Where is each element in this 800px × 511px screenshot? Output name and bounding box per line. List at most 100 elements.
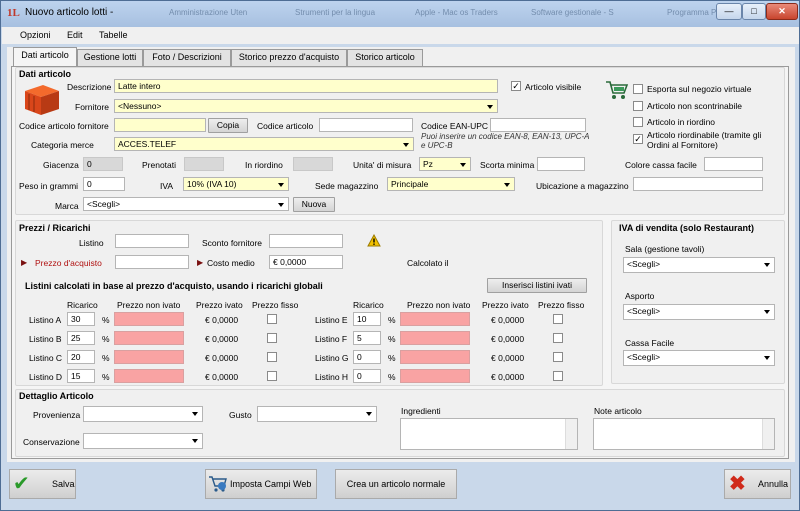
annulla-button[interactable]: ✖ Annulla [724, 469, 791, 499]
in-riordino-checkbox[interactable] [633, 117, 643, 127]
imposta-campi-web-button[interactable]: Imposta Campi Web [205, 469, 317, 499]
nuova-marca-button[interactable]: Nuova [293, 197, 335, 212]
tab-storico-articolo[interactable]: Storico articolo [347, 49, 423, 66]
copia-button[interactable]: Copia [208, 118, 248, 133]
codice-ean-input[interactable] [490, 118, 586, 132]
articolo-visibile-checkbox[interactable]: ✓ [511, 81, 521, 91]
prezzo-fisso-checkbox[interactable] [553, 371, 563, 381]
prezzo-acquisto-input[interactable] [115, 255, 189, 269]
ubicazione-input[interactable] [633, 177, 763, 191]
sconto-input[interactable] [269, 234, 343, 248]
prezzo-fisso-checkbox[interactable] [267, 371, 277, 381]
conservazione-select[interactable] [83, 433, 203, 449]
descrizione-label: Descrizione [67, 82, 112, 92]
salva-button[interactable]: ✔ Salva [9, 469, 76, 499]
expand-arrow-icon[interactable]: ▶ [21, 258, 27, 267]
prezzo-non-ivato-input[interactable] [114, 312, 184, 326]
ricarico-input[interactable]: 0 [353, 350, 381, 364]
tab-foto-descrizioni[interactable]: Foto / Descrizioni [143, 49, 231, 66]
prezzo-fisso-checkbox[interactable] [267, 333, 277, 343]
menu-opzioni[interactable]: Opzioni [20, 30, 51, 40]
non-scontrinabile-checkbox[interactable] [633, 101, 643, 111]
ean-hint: Puoi inserire un codice EAN-8, EAN-13, U… [421, 132, 590, 150]
gusto-select[interactable] [257, 406, 377, 422]
minimize-button[interactable]: — [716, 3, 742, 20]
conservazione-label: Conservazione [23, 437, 80, 447]
listino-name: Listino G [315, 353, 349, 363]
articolo-visibile-label: Articolo visibile [525, 82, 582, 92]
cassa-facile-select[interactable]: <Scegli> [623, 350, 775, 366]
scorta-label: Scorta minima [480, 160, 535, 170]
prezzo-non-ivato-input[interactable] [114, 331, 184, 345]
window-title: Nuovo articolo lotti - [25, 7, 114, 18]
prezzo-non-ivato-input[interactable] [400, 331, 470, 345]
prezzo-fisso-checkbox[interactable] [553, 352, 563, 362]
ricarico-input[interactable]: 15 [67, 369, 95, 383]
listino-name: Listino C [29, 353, 63, 363]
prezzo-acquisto-label: Prezzo d'acquisto [35, 258, 102, 268]
unita-select[interactable]: Pz [419, 157, 471, 171]
section-title: Dati articolo [19, 69, 72, 79]
note-textarea[interactable] [593, 418, 775, 450]
prezzo-non-ivato-input[interactable] [114, 369, 184, 383]
expand-arrow-icon[interactable]: ▶ [197, 258, 203, 267]
marca-select[interactable]: <Scegli> [83, 197, 289, 211]
costo-medio-input[interactable]: € 0,0000 [269, 255, 343, 269]
sala-select[interactable]: <Scegli> [623, 257, 775, 273]
categoria-select[interactable]: ACCES.TELEF [114, 137, 414, 151]
tab-dati-articolo[interactable]: Dati articolo [13, 47, 77, 67]
colore-input[interactable] [704, 157, 763, 171]
codice-fornitore-input[interactable] [114, 118, 206, 132]
window: 1L Nuovo articolo lotti - Amministrazion… [0, 0, 800, 511]
ricarico-input[interactable]: 10 [353, 312, 381, 326]
prezzo-non-ivato-input[interactable] [400, 350, 470, 364]
prezzo-non-ivato-input[interactable] [400, 312, 470, 326]
riordinabile-checkbox[interactable]: ✓ [633, 134, 643, 144]
cross-icon: ✖ [729, 473, 746, 495]
iva-select[interactable]: 10% (IVA 10) [183, 177, 289, 191]
costo-medio-label: Costo medio [207, 258, 255, 268]
ingredienti-textarea[interactable] [400, 418, 578, 450]
ricarico-input[interactable]: 20 [67, 350, 95, 364]
ricarico-input[interactable]: 5 [353, 331, 381, 345]
ricarico-input[interactable]: 0 [353, 369, 381, 383]
crea-articolo-normale-button[interactable]: Crea un articolo normale [335, 469, 457, 499]
listino-label: Listino [79, 238, 104, 248]
non-scontrinabile-label: Articolo non scontrinabile [647, 101, 742, 111]
ricarico-input[interactable]: 25 [67, 331, 95, 345]
percent-label: % [388, 334, 396, 344]
close-button[interactable]: ✕ [766, 3, 798, 20]
app-icon: 1L [7, 7, 20, 19]
esporta-checkbox[interactable] [633, 84, 643, 94]
prezzo-non-ivato-input[interactable] [114, 350, 184, 364]
sede-select[interactable]: Principale [387, 177, 515, 191]
menu-edit[interactable]: Edit [67, 30, 83, 40]
prezzo-fisso-checkbox[interactable] [267, 352, 277, 362]
maximize-button[interactable]: □ [742, 3, 766, 20]
scrollbar[interactable] [762, 419, 774, 449]
ricarico-input[interactable]: 30 [67, 312, 95, 326]
prezzo-non-ivato-input[interactable] [400, 369, 470, 383]
menu-tabelle[interactable]: Tabelle [99, 30, 128, 40]
asporto-select[interactable]: <Scegli> [623, 304, 775, 320]
tab-storico-prezzo[interactable]: Storico prezzo d'acquisto [231, 49, 347, 66]
percent-label: % [102, 334, 110, 344]
prezzo-fisso-checkbox[interactable] [553, 333, 563, 343]
codice-articolo-input[interactable] [319, 118, 413, 132]
peso-label: Peso in grammi [19, 181, 79, 191]
col-header: Prezzo ivato [482, 300, 529, 310]
provenienza-select[interactable] [83, 406, 203, 422]
section-title: Dettaglio Articolo [19, 391, 94, 401]
prezzo-fisso-checkbox[interactable] [553, 314, 563, 324]
ingredienti-label: Ingredienti [401, 406, 441, 416]
inserisci-listini-button[interactable]: Inserisci listini ivati [487, 278, 587, 293]
scrollbar[interactable] [565, 419, 577, 449]
fornitore-select[interactable]: <Nessuno> [114, 99, 498, 113]
prezzo-ivato-value: € 0,0000 [205, 334, 239, 344]
listino-input[interactable] [115, 234, 189, 248]
peso-input[interactable]: 0 [83, 177, 125, 191]
prezzo-fisso-checkbox[interactable] [267, 314, 277, 324]
descrizione-input[interactable]: Latte intero [114, 79, 498, 93]
scorta-input[interactable] [537, 157, 585, 171]
tab-gestione-lotti[interactable]: Gestione lotti [77, 49, 143, 66]
